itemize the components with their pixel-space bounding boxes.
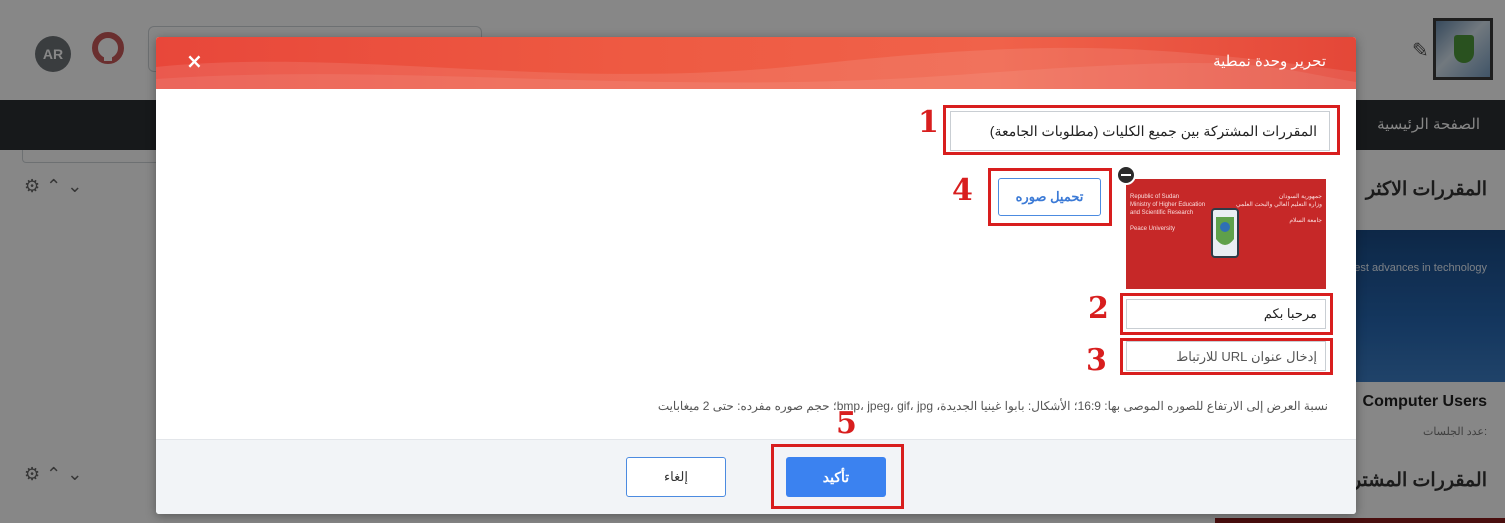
close-icon[interactable]: × (186, 49, 203, 73)
preview-arabic-text: جمهورية السودان وزارة التعليم العالي وال… (1235, 194, 1322, 224)
annotation-number-5: 5 (836, 406, 857, 441)
cancel-button[interactable]: إلغاء (626, 457, 726, 497)
dialog-header: × تحرير وحدة نمطية (156, 37, 1356, 89)
annotation-box-2 (1120, 293, 1333, 335)
header-wave-decoration (156, 47, 1356, 89)
dialog-title: تحرير وحدة نمطية (1213, 53, 1326, 70)
annotation-box-3 (1120, 338, 1333, 375)
remove-image-icon[interactable] (1116, 165, 1136, 185)
annotation-number-1: 1 (918, 105, 939, 140)
annotation-number-2: 2 (1088, 291, 1109, 326)
annotation-number-3: 3 (1086, 343, 1107, 378)
annotation-box-5 (771, 444, 904, 509)
dialog-footer: إلغاء تأكيد (156, 439, 1356, 514)
annotation-box-1 (943, 105, 1340, 155)
image-preview: Republic of Sudan Ministry of Higher Edu… (1126, 179, 1326, 289)
annotation-box-4 (988, 168, 1112, 226)
annotation-number-4: 4 (952, 173, 973, 208)
image-requirements-hint: نسبة العرض إلى الارتفاع للصوره الموصى به… (657, 399, 1328, 413)
preview-emblem-icon (1211, 208, 1239, 258)
preview-english-text: Republic of Sudan Ministry of Higher Edu… (1130, 194, 1206, 232)
